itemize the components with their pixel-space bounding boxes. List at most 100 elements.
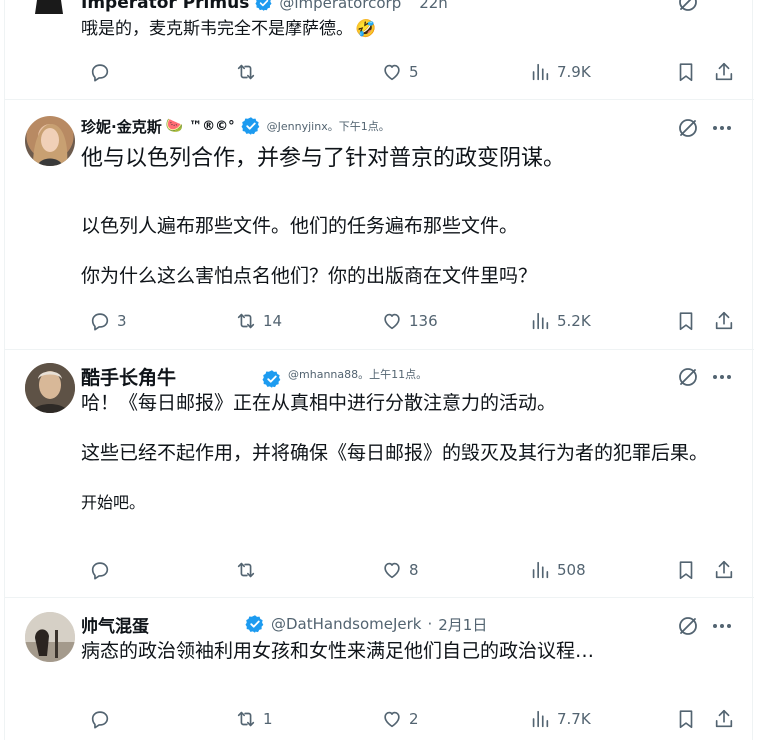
bookmark-button[interactable] <box>675 60 697 84</box>
display-name[interactable]: Imperator Primus <box>81 0 249 13</box>
grok-icon[interactable] <box>676 365 700 389</box>
action-bar: 5 7.9K <box>83 60 733 84</box>
share-button[interactable] <box>713 60 735 84</box>
post-line: 他与以色列合作，并参与了针对普京的政变阴谋。 <box>81 146 566 171</box>
post-header: 酷手长角牛 @mhanna88。上午11点。 <box>81 363 754 390</box>
repost-icon <box>237 711 255 727</box>
handle[interactable]: @DatHandsomeJerk <box>271 615 421 633</box>
bookmark-icon <box>679 710 693 729</box>
action-bar: 3 14 136 5.2K <box>83 309 733 333</box>
display-name[interactable]: 酷手长角牛 <box>81 363 176 390</box>
handle-and-time[interactable]: @mhanna88。上午11点。 <box>288 366 427 382</box>
verified-badge-icon <box>255 0 273 12</box>
views-button[interactable]: 5.2K <box>529 309 591 333</box>
statue-avatar-image <box>35 0 63 14</box>
views-button[interactable]: 7.9K <box>529 60 591 84</box>
portrait-avatar-image <box>25 363 75 413</box>
like-icon <box>384 64 400 81</box>
share-button[interactable] <box>713 309 735 333</box>
post[interactable]: 帅气混蛋 @DatHandsomeJerk · 2月1日 病态的政治领袖利用女孩… <box>5 598 754 740</box>
post-header: 珍妮·金克斯 🍉 ™®©° @Jennyjinx。下午1点。 <box>81 114 754 138</box>
more-options-icon[interactable] <box>710 365 734 389</box>
avatar[interactable] <box>25 363 75 413</box>
photo-avatar-image <box>25 612 75 662</box>
rofl-emoji: 🤣 <box>355 19 377 39</box>
views-icon <box>532 63 549 81</box>
repost-icon <box>237 64 255 80</box>
post-text-content: 哦是的，麦克斯韦完全不是摩萨德。 <box>81 19 353 39</box>
like-button[interactable]: 2 <box>381 707 419 731</box>
repost-icon <box>237 313 255 329</box>
timeline-feed: Imperator Primus @imperatorcorp 22h 哦是的，… <box>4 0 754 740</box>
display-name[interactable]: 帅气混蛋 <box>81 612 149 637</box>
verified-badge-icon <box>245 614 265 634</box>
separator-dot: · <box>427 615 433 633</box>
handle-and-time[interactable]: @Jennyjinx。下午1点。 <box>267 118 390 134</box>
views-icon <box>532 710 549 728</box>
views-icon <box>532 561 549 579</box>
avatar[interactable] <box>25 116 75 166</box>
reply-button[interactable] <box>89 558 117 582</box>
post[interactable]: 珍妮·金克斯 🍉 ™®©° @Jennyjinx。下午1点。 他与以色列合作，并… <box>5 100 754 350</box>
verified-badge-icon <box>262 369 282 389</box>
repost-icon <box>237 562 255 578</box>
reply-icon <box>91 711 109 729</box>
reply-button[interactable] <box>89 707 117 731</box>
grok-icon[interactable] <box>676 116 700 140</box>
bookmark-button[interactable] <box>675 309 697 333</box>
repost-button[interactable]: 14 <box>235 309 282 333</box>
repost-button[interactable]: 1 <box>235 707 273 731</box>
avatar[interactable] <box>29 0 69 15</box>
views-button[interactable]: 508 <box>529 558 586 582</box>
post-header: 帅气混蛋 @DatHandsomeJerk · 2月1日 <box>81 612 754 637</box>
name-suffix: ™®©° <box>189 118 235 134</box>
more-options-icon[interactable] <box>710 116 734 140</box>
like-icon <box>384 562 400 579</box>
post-text: 病态的政治领袖利用女孩和女性来满足他们自己的政治议程… <box>81 639 721 664</box>
action-bar: 8 508 <box>83 558 733 582</box>
post[interactable]: 酷手长角牛 @mhanna88。上午11点。 哈！《每日邮报》正在从真相中进行分… <box>5 350 754 598</box>
bookmark-button[interactable] <box>675 558 697 582</box>
grok-icon[interactable] <box>676 614 700 638</box>
like-icon <box>384 313 400 330</box>
post-time[interactable]: 22h <box>419 0 448 12</box>
post-line: 哈！《每日邮报》正在从真相中进行分散注意力的活动。 <box>81 392 557 414</box>
post-time[interactable]: 2月1日 <box>438 614 487 635</box>
verified-badge-icon <box>241 116 261 136</box>
views-icon <box>532 312 549 330</box>
post-text: 哦是的，麦克斯韦完全不是摩萨德。 🤣 <box>81 17 721 42</box>
reply-button[interactable] <box>89 60 117 84</box>
share-button[interactable] <box>713 558 735 582</box>
repost-button[interactable] <box>235 558 263 582</box>
handle[interactable]: @imperatorcorp <box>279 0 401 12</box>
share-icon <box>715 62 733 81</box>
share-button[interactable] <box>713 707 735 731</box>
like-button[interactable]: 136 <box>381 309 438 333</box>
reply-button[interactable]: 3 <box>89 309 127 333</box>
like-button[interactable]: 8 <box>381 558 419 582</box>
reply-icon <box>91 64 109 82</box>
watermelon-emoji: 🍉 <box>165 118 184 134</box>
like-button[interactable]: 5 <box>381 60 419 84</box>
share-icon <box>715 311 733 330</box>
more-options-icon[interactable] <box>710 614 734 638</box>
post-text: 哈！《每日邮报》正在从真相中进行分散注意力的活动。 这些已经不起作用，并将确保《… <box>81 391 721 515</box>
bookmark-icon <box>679 312 693 331</box>
reply-icon <box>91 313 109 331</box>
grok-icon[interactable] <box>676 0 700 14</box>
reply-icon <box>91 562 109 580</box>
action-bar: 1 2 7.7K <box>83 707 733 731</box>
post-line: 开始吧。 <box>81 493 146 512</box>
share-icon <box>715 709 733 728</box>
bookmark-button[interactable] <box>675 707 697 731</box>
views-button[interactable]: 7.7K <box>529 707 591 731</box>
post-line: 你为什么这么害怕点名他们？你的出版商在文件里吗？ <box>81 265 538 287</box>
display-name[interactable]: 珍妮·金克斯 <box>81 116 162 137</box>
post-header: Imperator Primus @imperatorcorp 22h <box>81 0 754 15</box>
like-icon <box>384 711 400 728</box>
repost-button[interactable] <box>235 60 263 84</box>
bookmark-icon <box>679 561 693 580</box>
portrait-avatar-image <box>33 124 68 166</box>
post[interactable]: Imperator Primus @imperatorcorp 22h 哦是的，… <box>5 0 754 100</box>
avatar[interactable] <box>25 612 75 662</box>
